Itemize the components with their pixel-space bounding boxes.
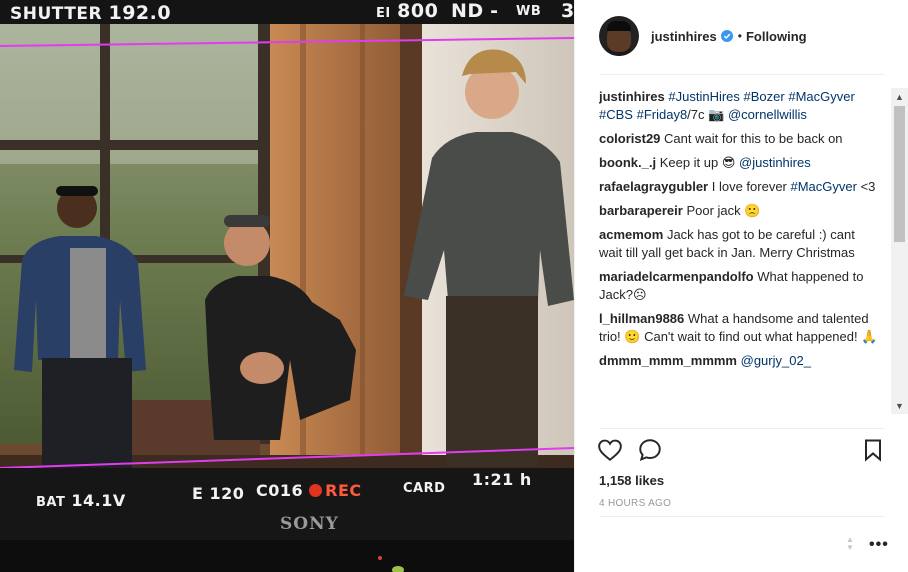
comment-username[interactable]: l_hillman9886 (599, 311, 684, 326)
avatar[interactable] (599, 16, 639, 56)
comment-username[interactable]: mariadelcarmenpandolfo (599, 269, 754, 284)
card-label: CARD (403, 481, 446, 496)
post-time[interactable]: 4 HOURS AGO (599, 498, 671, 509)
bat-label: BAT (36, 495, 66, 510)
comment-item: acmemom Jack has got to be careful :) ca… (599, 226, 881, 262)
comment-link[interactable]: @justinhires (739, 155, 811, 170)
comment-link[interactable]: #CBS (599, 107, 633, 122)
comment-item: dmmm_mmm_mmmm @gurjy_02_ (599, 352, 881, 370)
rec-dot-icon (309, 484, 323, 497)
ei-label: EI (376, 6, 391, 21)
caption: justinhires #JustinHires #Bozer #MacGyve… (599, 88, 881, 124)
caption-username[interactable]: justinhires (599, 89, 665, 104)
shutter-value: 192.0 (108, 2, 172, 24)
separator-dot: • (737, 29, 742, 43)
comment-item: l_hillman9886 What a handsome and talent… (599, 310, 881, 346)
scroll-down-icon[interactable]: ▼ (891, 397, 908, 414)
clip-number: C016 (256, 481, 304, 500)
comment-text: <3 (856, 179, 876, 194)
post-header: justinhires • Following (575, 0, 908, 72)
more-options-icon[interactable]: ••• (869, 536, 889, 554)
post-panel: justinhires • Following justinhires #Jus… (574, 0, 908, 572)
action-bar (597, 437, 887, 465)
comment-link[interactable]: #JustinHires (668, 89, 740, 104)
add-comment-area[interactable] (599, 530, 799, 558)
resize-handle-icon[interactable]: ▲ ▼ (843, 536, 857, 554)
sony-logo: SONY (280, 514, 339, 534)
bat-value: 14.1V (71, 491, 126, 510)
comment-link[interactable]: #Bozer (744, 89, 785, 104)
verified-badge-icon (720, 30, 733, 42)
divider (599, 428, 885, 429)
scroll-up-icon[interactable]: ▲ (891, 88, 908, 105)
comment-item: barbarapereir Poor jack 🙁 (599, 202, 881, 220)
comment-link[interactable]: #Friday8 (637, 107, 688, 122)
comment-username[interactable]: dmmm_mmm_mmmm (599, 353, 737, 368)
rec-indicator: REC (325, 481, 362, 500)
remaining-time: 1:21 h (472, 470, 532, 489)
comment-link[interactable]: @gurjy_02_ (741, 353, 811, 368)
divider (599, 516, 885, 517)
comment-item: boonk._.j Keep it up 😎 @justinhires (599, 154, 881, 172)
e-code: E 120 (192, 484, 245, 503)
comment-icon[interactable] (637, 437, 663, 466)
wb-label: WB (516, 4, 542, 19)
comment-username[interactable]: colorist29 (599, 131, 660, 146)
post-photo[interactable]: SHUTTER 192.0 EI 800 ND - WB 3 BAT 14.1V… (0, 0, 574, 572)
comment-username[interactable]: rafaelagraygubler (599, 179, 708, 194)
comment-username[interactable]: boonk._.j (599, 155, 656, 170)
post-username[interactable]: justinhires (651, 29, 717, 44)
comment-item: colorist29 Cant wait for this to be back… (599, 130, 881, 148)
following-button[interactable]: Following (746, 29, 807, 44)
comment-text: Keep it up 😎 (659, 155, 740, 170)
shutter-label: SHUTTER (10, 4, 103, 24)
ei-value: 800 (397, 0, 439, 22)
comment-text: Poor jack 🙁 (686, 203, 761, 218)
scroll-thumb[interactable] (894, 106, 905, 242)
comment-link[interactable]: @cornellwillis (728, 107, 807, 122)
nd-label: ND (451, 0, 484, 22)
comment-text: /7c 📷 (687, 107, 728, 122)
comment-item: rafaelagraygubler I love forever #MacGyv… (599, 178, 881, 196)
comment-link[interactable]: #MacGyver (788, 89, 854, 104)
comment-text: Cant wait for this to be back on (664, 131, 843, 146)
wb-value: 3 (561, 0, 574, 22)
comment-text: I love forever (711, 179, 791, 194)
comment-username[interactable]: acmemom (599, 227, 663, 242)
comments-list[interactable]: justinhires #JustinHires #Bozer #MacGyve… (599, 88, 881, 424)
comment-item: mariadelcarmenpandolfo What happened to … (599, 268, 881, 304)
comment-username[interactable]: barbarapereir (599, 203, 683, 218)
divider (599, 74, 885, 75)
nd-value: - (490, 0, 499, 22)
heart-icon[interactable] (597, 437, 623, 466)
likes-count[interactable]: 1,158 likes (599, 473, 664, 488)
comment-link[interactable]: #MacGyver (791, 179, 857, 194)
bookmark-icon[interactable] (861, 437, 885, 466)
scrollbar[interactable]: ▲ ▼ (891, 88, 908, 414)
